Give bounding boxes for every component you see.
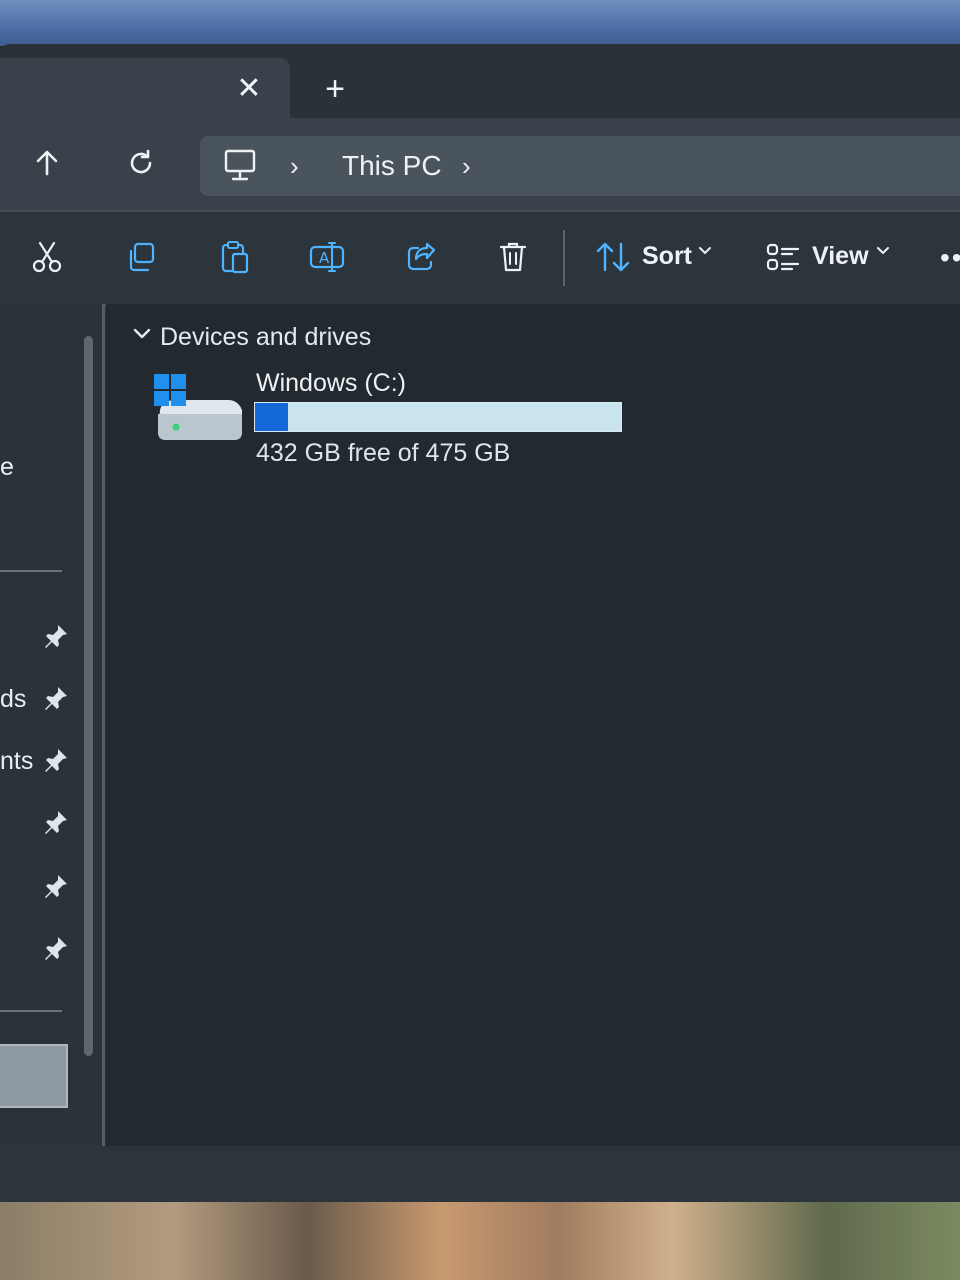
chevron-down-icon bbox=[698, 244, 712, 258]
delete-icon[interactable] bbox=[490, 234, 536, 280]
pin-icon bbox=[42, 872, 70, 900]
chevron-right-icon[interactable]: › bbox=[462, 150, 471, 182]
arrow-up-icon[interactable] bbox=[22, 138, 72, 188]
group-header-devices[interactable]: Devices and drives bbox=[160, 322, 371, 352]
share-icon[interactable] bbox=[398, 234, 444, 280]
sidebar-divider bbox=[0, 570, 62, 572]
windows-drive-icon bbox=[150, 370, 246, 450]
cut-icon[interactable] bbox=[24, 234, 70, 280]
pin-icon bbox=[42, 808, 70, 836]
pane-splitter[interactable] bbox=[102, 304, 105, 1146]
view-label: View bbox=[812, 242, 869, 270]
content-pane: Devices and drives Windows (C:) 432 GB f… bbox=[106, 304, 960, 1146]
chevron-right-icon[interactable]: › bbox=[290, 150, 299, 182]
copy-icon[interactable] bbox=[118, 234, 164, 280]
view-list-icon bbox=[760, 234, 806, 280]
desktop-wallpaper-bottom bbox=[0, 1202, 960, 1280]
sidebar-item-label[interactable]: e bbox=[0, 452, 14, 482]
close-icon[interactable]: ✕ bbox=[232, 72, 266, 106]
sidebar-item-label[interactable]: ds bbox=[0, 684, 26, 714]
paste-icon[interactable] bbox=[212, 234, 258, 280]
drive-usage-fill bbox=[255, 403, 288, 431]
chevron-down-icon bbox=[876, 244, 890, 258]
sidebar-item-label[interactable]: nts bbox=[0, 746, 33, 776]
toolbar-divider bbox=[563, 230, 565, 286]
status-bar bbox=[0, 1146, 960, 1202]
monitor-icon bbox=[222, 148, 260, 184]
sidebar-divider bbox=[0, 1010, 62, 1012]
sort-label: Sort bbox=[642, 242, 692, 270]
sidebar-scrollbar[interactable] bbox=[84, 336, 93, 1056]
drive-item[interactable]: Windows (C:) 432 GB free of 475 GB bbox=[150, 366, 630, 476]
pin-icon bbox=[42, 622, 70, 650]
breadcrumb-this-pc[interactable]: This PC bbox=[342, 150, 442, 182]
drive-name: Windows (C:) bbox=[256, 369, 407, 397]
tab-this-pc[interactable]: ✕ bbox=[0, 58, 290, 118]
pin-icon bbox=[42, 684, 70, 712]
command-bar: A Sort View •• bbox=[0, 210, 960, 306]
drive-usage-bar bbox=[254, 402, 622, 432]
navigation-pane: e ds nts bbox=[0, 304, 105, 1146]
pin-icon bbox=[42, 746, 70, 774]
refresh-icon[interactable] bbox=[116, 138, 166, 188]
chevron-down-icon[interactable] bbox=[132, 326, 152, 342]
sort-icon bbox=[590, 234, 636, 280]
file-explorer-window: ✕ + › This PC › A Sort View • e ds nts D… bbox=[0, 44, 960, 1202]
plus-icon[interactable]: + bbox=[316, 70, 354, 108]
rename-icon[interactable]: A bbox=[304, 234, 350, 280]
sidebar-item-this-pc[interactable] bbox=[0, 1044, 68, 1108]
desktop-wallpaper-top bbox=[0, 0, 960, 46]
navigation-bar: › This PC › bbox=[0, 118, 960, 210]
address-bar[interactable]: › This PC › bbox=[200, 136, 960, 196]
drive-free-space: 432 GB free of 475 GB bbox=[256, 439, 511, 467]
svg-text:A: A bbox=[319, 249, 330, 267]
pin-icon bbox=[42, 934, 70, 962]
more-options-button[interactable]: •• bbox=[940, 244, 960, 272]
tab-strip: ✕ + bbox=[0, 44, 960, 118]
